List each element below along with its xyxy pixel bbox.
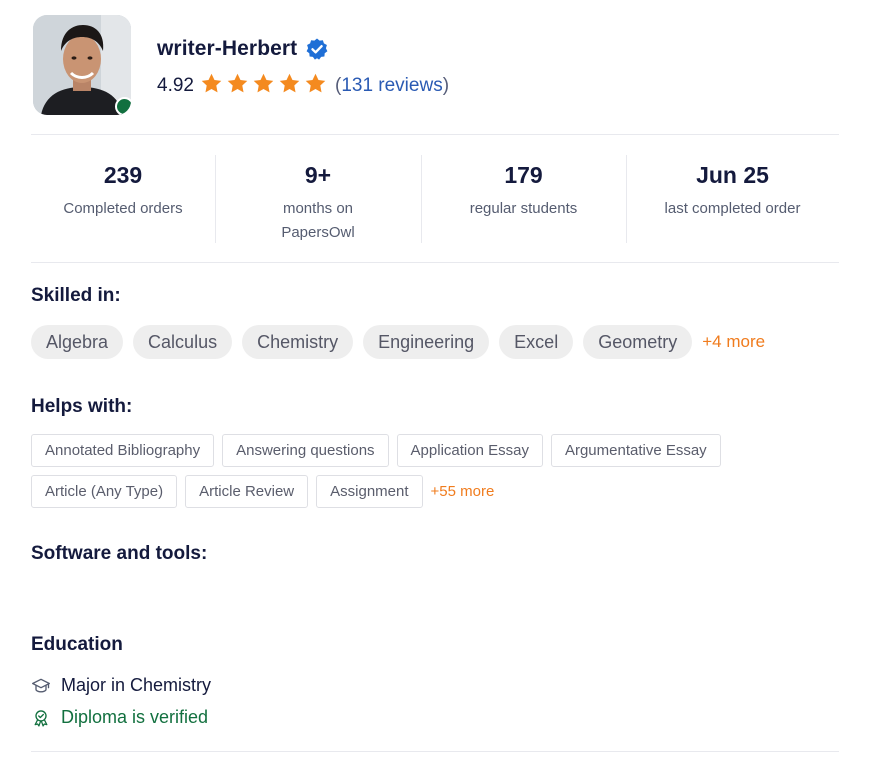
stat-last-order: Jun 25 last completed order: [626, 155, 839, 243]
star-icon: [201, 73, 222, 93]
helps-row: Article (Any Type) Article Review Assign…: [31, 475, 839, 508]
software-title: Software and tools:: [31, 543, 208, 564]
divider: [31, 134, 839, 135]
help-tag[interactable]: Assignment: [316, 475, 423, 508]
help-tag[interactable]: Article (Any Type): [31, 475, 178, 508]
stat-value: 9+: [304, 162, 332, 188]
verified-badge-icon: [305, 37, 329, 61]
stat-value: Jun 25: [696, 162, 769, 188]
graduation-cap-icon: [31, 678, 50, 693]
star-icon: [253, 73, 274, 93]
skill-chip[interactable]: Chemistry: [242, 325, 354, 359]
education-title: Education: [31, 634, 123, 655]
stat-label: last completed order: [664, 200, 801, 217]
rating-value: 4.92: [157, 75, 194, 96]
rating-row: 4.92 (131 reviews): [157, 72, 449, 100]
star-icon: [305, 73, 326, 93]
stat-value: 179: [504, 162, 543, 188]
stat-value: 239: [103, 162, 143, 188]
helps-title: Helps with:: [31, 396, 133, 417]
divider: [31, 262, 839, 263]
skill-chip[interactable]: Calculus: [133, 325, 233, 359]
stat-completed-orders: 239 Completed orders: [31, 155, 215, 243]
stats-row: 239 Completed orders 9+ months on Papers…: [31, 155, 839, 243]
helps-list: Annotated Bibliography Answering questio…: [31, 434, 839, 516]
star-rating: [200, 72, 330, 100]
help-tag[interactable]: Annotated Bibliography: [31, 434, 215, 467]
help-tag[interactable]: Answering questions: [222, 434, 389, 467]
skills-more-link[interactable]: +4 more: [702, 332, 765, 352]
skills-title: Skilled in:: [31, 285, 121, 306]
reviews-count: 131 reviews: [341, 75, 443, 96]
online-status-dot: [115, 97, 131, 115]
stat-label: months on PapersOwl: [281, 200, 355, 241]
avatar[interactable]: [33, 15, 131, 115]
education-major: Major in Chemistry: [31, 675, 211, 696]
education-major-text: Major in Chemistry: [61, 675, 212, 695]
diploma-verified-text: Diploma is verified: [61, 707, 209, 727]
help-tag[interactable]: Application Essay: [396, 434, 543, 467]
stat-label: Completed orders: [63, 200, 183, 217]
stat-label: regular students: [469, 200, 578, 217]
certificate-badge-icon: [34, 709, 48, 727]
divider: [31, 751, 839, 752]
helps-more-link[interactable]: +55 more: [431, 483, 495, 500]
skill-chip[interactable]: Engineering: [363, 325, 490, 359]
helps-row: Annotated Bibliography Answering questio…: [31, 434, 839, 467]
help-tag[interactable]: Argumentative Essay: [550, 434, 721, 467]
skill-chip[interactable]: Excel: [499, 325, 574, 359]
name-row: writer-Herbert: [157, 34, 329, 64]
writer-name[interactable]: writer-Herbert: [157, 37, 297, 61]
profile-header: writer-Herbert 4.92 (131 reviews): [31, 15, 839, 115]
education-verified: Diploma is verified: [31, 707, 208, 728]
stat-months: 9+ months on PapersOwl: [215, 155, 421, 243]
reviews-link[interactable]: (131 reviews): [335, 75, 449, 97]
star-icon: [279, 73, 300, 93]
skill-chip[interactable]: Geometry: [583, 325, 693, 359]
skills-list: Algebra Calculus Chemistry Engineering E…: [31, 325, 765, 359]
star-icon: [227, 73, 248, 93]
stat-regular-students: 179 regular students: [421, 155, 626, 243]
skill-chip[interactable]: Algebra: [31, 325, 124, 359]
help-tag[interactable]: Article Review: [185, 475, 309, 508]
